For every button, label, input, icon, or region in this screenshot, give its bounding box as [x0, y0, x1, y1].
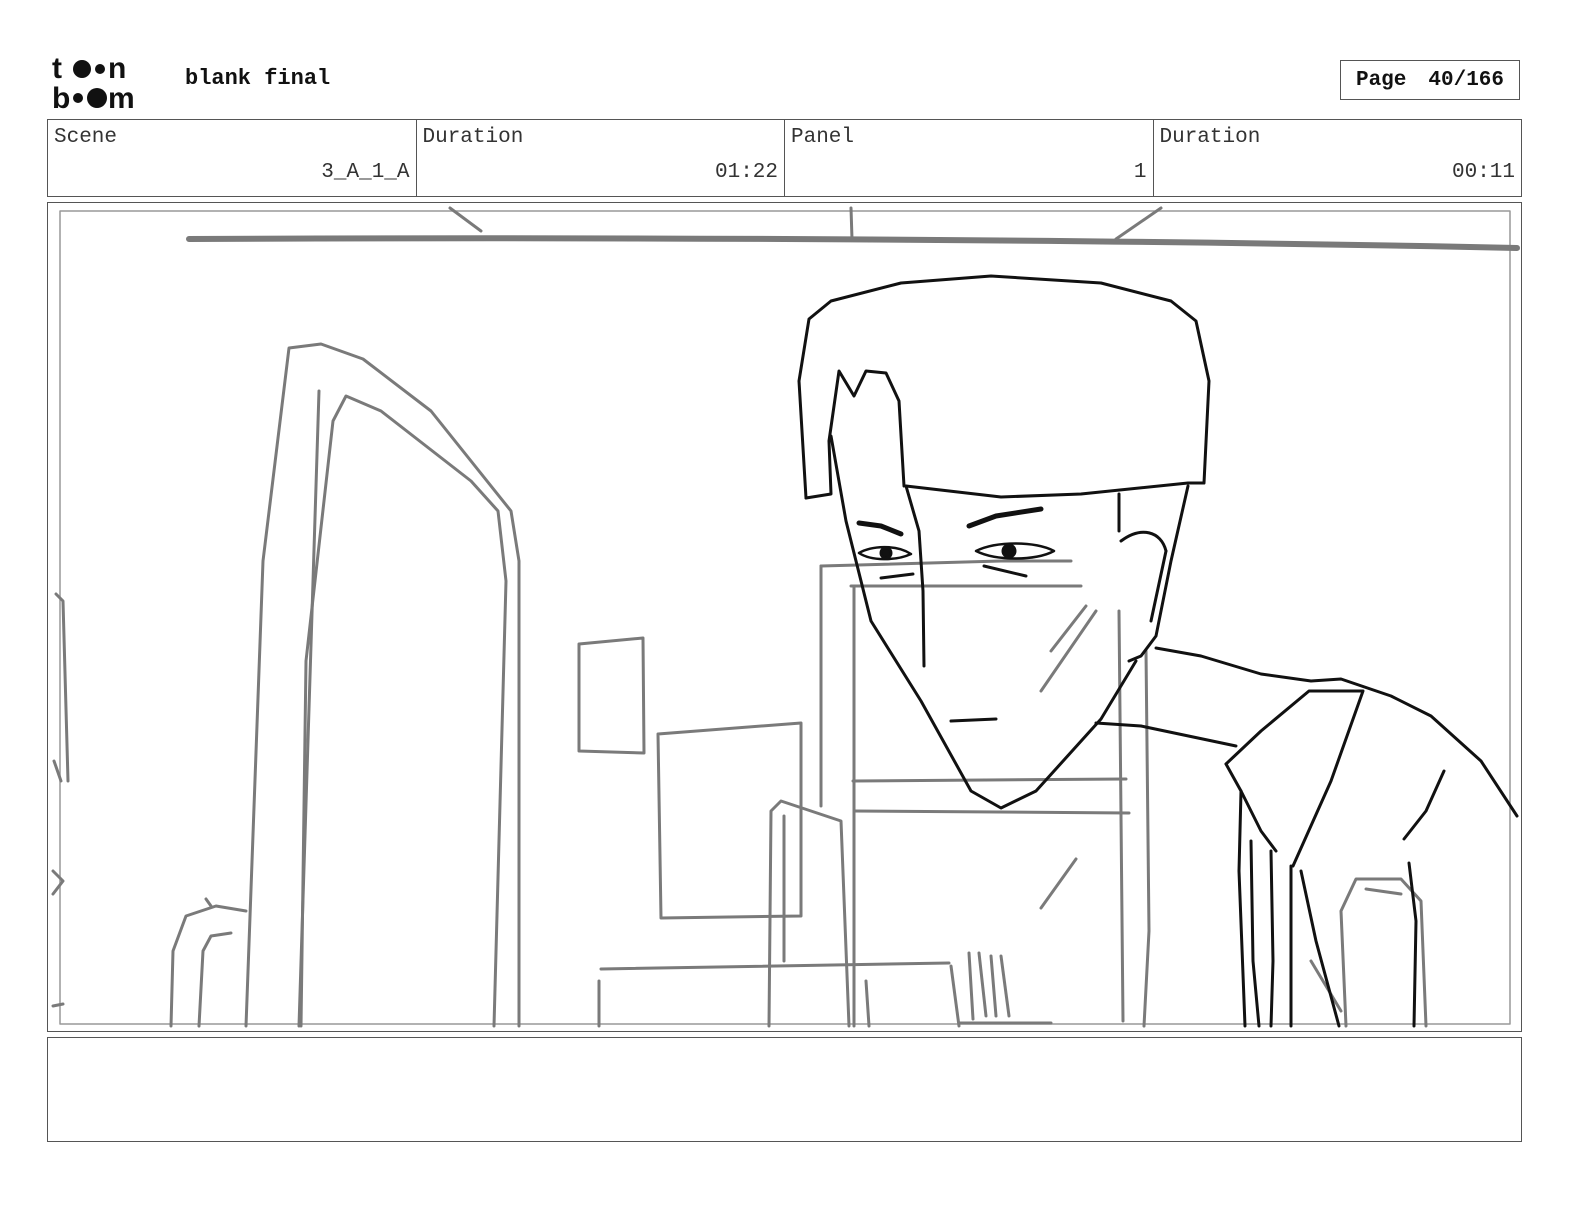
- scene-duration-cell: Duration 01:22: [417, 120, 785, 196]
- background-sketch: [51, 206, 1520, 1028]
- page-label: Page: [1355, 68, 1407, 92]
- scene-duration-value: 01:22: [714, 161, 778, 184]
- panel-notes-box: [47, 1037, 1522, 1142]
- storyboard-panel: [47, 202, 1522, 1032]
- panel-label: Panel: [791, 126, 855, 149]
- panel-duration-cell: Duration 00:11: [1154, 120, 1522, 196]
- document-title: blank final: [185, 66, 331, 91]
- svg-text:m: m: [108, 82, 135, 112]
- panel-sketch: [51, 206, 1520, 1028]
- panel-cell: Panel 1: [785, 120, 1154, 196]
- svg-text:b: b: [52, 82, 70, 112]
- scene-value: 3_A_1_A: [321, 161, 410, 184]
- panel-duration-value: 00:11: [1451, 161, 1515, 184]
- panel-info-row: Scene 3_A_1_A Duration 01:22 Panel 1 Dur…: [47, 119, 1522, 197]
- page-indicator: Page 40/166: [1340, 60, 1520, 100]
- scene-label: Scene: [54, 126, 118, 149]
- character-sketch: [797, 274, 1519, 1028]
- toon-boom-logo: t n b m: [52, 52, 135, 112]
- scene-duration-label: Duration: [422, 126, 524, 149]
- page-value: 40/166: [1428, 68, 1505, 92]
- scene-cell: Scene 3_A_1_A: [48, 120, 417, 196]
- svg-text:n: n: [108, 52, 126, 85]
- svg-text:t: t: [52, 52, 62, 85]
- panel-value: 1: [1133, 161, 1147, 184]
- panel-duration-label: Duration: [1159, 126, 1261, 149]
